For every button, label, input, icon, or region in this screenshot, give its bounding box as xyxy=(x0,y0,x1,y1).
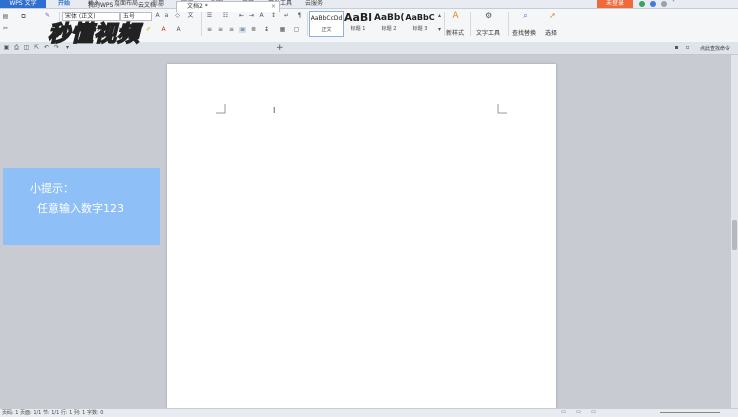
gallery-more-icon[interactable]: ▾ xyxy=(436,27,443,33)
sync-icon[interactable] xyxy=(639,1,645,7)
style-sample: AaBbC xyxy=(405,13,435,22)
style-label: 标题 2 xyxy=(381,26,397,32)
tab-document-2[interactable]: 文档2 * × xyxy=(176,1,280,12)
line-spacing-icon[interactable]: ↨ xyxy=(263,27,270,33)
text-cursor-icon: I xyxy=(273,106,276,115)
zoom-slider[interactable] xyxy=(660,412,720,413)
borders-icon[interactable]: ▢ xyxy=(293,27,300,33)
minimize-icon[interactable]: ▪ xyxy=(673,45,680,51)
shrink-font-icon[interactable]: a xyxy=(163,13,170,19)
char-border-icon[interactable]: A xyxy=(175,27,182,33)
paste-icon[interactable]: ▤ xyxy=(2,14,9,20)
chinese-layout-icon[interactable]: A xyxy=(258,13,265,19)
scrollbar-thumb[interactable] xyxy=(732,220,737,250)
wps-app-menu-button[interactable]: WPS 文字 xyxy=(0,0,46,8)
print-icon[interactable]: ⎙ xyxy=(13,45,20,51)
page-view-icon[interactable]: ▭ xyxy=(560,409,567,415)
tab-label: 云文档 xyxy=(138,2,157,9)
login-button[interactable]: 未登录 xyxy=(597,0,633,8)
numbering-icon[interactable]: ☷ xyxy=(222,13,229,19)
align-right-icon[interactable]: ≡ xyxy=(228,27,235,33)
web-view-icon[interactable]: ▭ xyxy=(575,409,582,415)
tab-label: 文档2 * xyxy=(187,3,208,10)
decrease-indent-icon[interactable]: ⇤ xyxy=(238,13,245,19)
ribbon-separator xyxy=(444,12,445,36)
find-replace-icon[interactable]: ⌕ xyxy=(522,12,529,20)
new-style-button[interactable]: 新样式 xyxy=(446,28,464,37)
tab-my-wps[interactable]: 我的WPS × xyxy=(78,1,132,11)
ribbon-separator xyxy=(470,12,471,36)
font-color-icon[interactable]: A xyxy=(160,27,167,33)
style-normal[interactable]: AaBbCcDd 正文 xyxy=(309,11,344,37)
watermark-logo: 秒懂视频 xyxy=(47,20,141,48)
copy-icon[interactable]: ⧉ xyxy=(20,14,27,20)
style-label: 标题 3 xyxy=(412,26,428,32)
style-heading-2[interactable]: AaBb( 标题 2 xyxy=(374,11,404,35)
shading-icon[interactable]: ▦ xyxy=(279,27,286,33)
align-justify-icon[interactable]: ≡ xyxy=(239,27,246,33)
new-style-icon[interactable]: A xyxy=(452,12,459,21)
close-icon[interactable]: × xyxy=(158,2,163,9)
skin-icon[interactable] xyxy=(650,1,656,7)
find-replace-button[interactable]: 查找替换 xyxy=(512,28,536,37)
collapse-ribbon-icon[interactable]: ˄ xyxy=(672,0,675,8)
highlight-icon[interactable]: ✐ xyxy=(145,27,152,33)
export-icon[interactable]: ⇱ xyxy=(33,45,40,51)
menu-tab-home[interactable]: 开始 xyxy=(58,0,70,8)
menu-tab-cloud[interactable]: 云服务 xyxy=(305,0,323,8)
align-center-icon[interactable]: ≡ xyxy=(217,27,224,33)
preview-icon[interactable]: ◫ xyxy=(23,45,30,51)
style-label: 标题 1 xyxy=(350,26,366,32)
margin-corner-top-left xyxy=(216,104,226,114)
command-search[interactable]: 点此查找命令 xyxy=(700,45,730,52)
sort-icon[interactable]: ↕ xyxy=(270,13,277,19)
tab-label: 我的WPS xyxy=(88,2,114,9)
style-sample: AaBb( xyxy=(374,13,404,23)
distribute-icon[interactable]: ≣ xyxy=(250,27,257,33)
new-tab-plus-icon[interactable]: + xyxy=(276,42,284,54)
tab-cloud-docs[interactable]: 云文档 × xyxy=(128,1,180,11)
align-left-icon[interactable]: ≡ xyxy=(206,27,213,33)
margin-corner-top-right xyxy=(497,104,507,114)
close-icon[interactable]: × xyxy=(271,2,276,12)
ribbon-separator xyxy=(508,12,509,36)
document-page[interactable] xyxy=(167,64,556,416)
phonetic-icon[interactable]: 文 xyxy=(187,13,194,19)
paragraph-mark-icon[interactable]: ¶ xyxy=(296,13,303,19)
status-info: 页码: 1 页面: 1/1 节: 1/1 行: 1 列: 1 字数: 0 xyxy=(2,410,104,416)
show-marks-icon[interactable]: ↵ xyxy=(283,13,290,19)
select-cursor-icon[interactable]: ➚ xyxy=(549,12,556,20)
clear-format-icon[interactable]: ◇ xyxy=(174,13,181,19)
panel-icon[interactable]: ▫ xyxy=(684,45,691,51)
help-icon[interactable] xyxy=(661,1,667,7)
style-heading-3[interactable]: AaBbC 标题 3 xyxy=(405,11,435,35)
style-sample: AaBbCcDd xyxy=(310,15,343,22)
increase-indent-icon[interactable]: ⇥ xyxy=(248,13,255,19)
outline-view-icon[interactable]: ▭ xyxy=(590,409,597,415)
tip-body: 任意输入数字123 xyxy=(37,202,124,215)
style-label: 正文 xyxy=(321,27,332,33)
bullets-icon[interactable]: ☰ xyxy=(206,13,213,19)
ribbon-separator xyxy=(307,12,308,36)
select-button[interactable]: 选择 xyxy=(545,28,557,37)
cut-icon[interactable]: ✂ xyxy=(2,26,9,32)
save-icon[interactable]: ▣ xyxy=(3,45,10,51)
style-sample: AaBl xyxy=(343,11,373,24)
text-tools-button[interactable]: 文字工具 xyxy=(476,28,500,37)
text-tools-icon[interactable]: ⚙ xyxy=(485,12,492,20)
gallery-scroll-up-icon[interactable]: ▴ xyxy=(436,13,443,19)
tip-title: 小提示： xyxy=(30,182,74,195)
ribbon-separator xyxy=(201,12,202,36)
close-icon[interactable]: × xyxy=(115,2,120,9)
style-heading-1[interactable]: AaBl 标题 1 xyxy=(343,11,373,35)
grow-font-icon[interactable]: A xyxy=(154,13,161,19)
